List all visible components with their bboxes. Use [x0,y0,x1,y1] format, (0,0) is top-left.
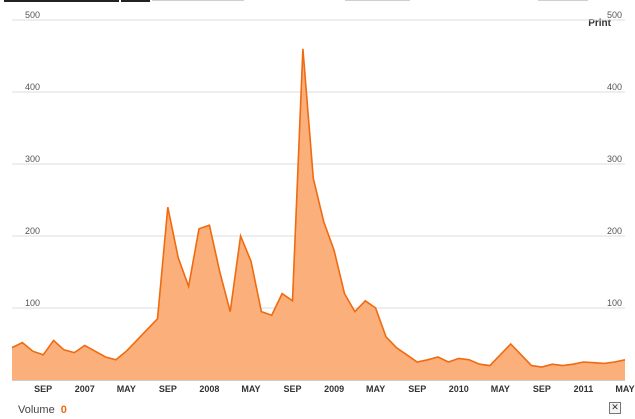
x-tick-label: 2009 [324,384,344,394]
y-tick-label-right: 300 [607,154,622,164]
area-series [11,48,626,381]
volume-label: Volume [18,404,55,416]
x-tick-label: SEP [408,384,426,394]
y-tick-label-left: 400 [25,82,40,92]
x-tick-label: MAY [241,384,260,394]
x-axis-ticks: SEP 2007 MAY SEP 2008 MAY SEP 2009 MAY SEP 2010 MAY… [34,384,634,394]
volume-value: 0 [60,404,67,416]
y-tick-label-left: 100 [25,298,40,308]
x-tick-label: SEP [159,384,177,394]
close-icon[interactable]: ✕ [609,402,621,414]
volume-indicator: Volume 0 [18,404,67,416]
x-tick-label: MAY [491,384,510,394]
y-tick-label-right: 200 [607,226,622,236]
y-tick-label-right: 400 [607,82,622,92]
x-tick-label: 2008 [199,384,219,394]
price-chart: 100 100 200 200 300 300 400 400 500 500 SEP 2007 MA… [11,10,635,394]
y-tick-label-right: 500 [607,10,622,20]
x-tick-label: MAY [366,384,385,394]
x-tick-label: 2007 [75,384,95,394]
y-tick-label-left: 300 [25,154,40,164]
x-tick-label: SEP [284,384,302,394]
area-fill [12,48,625,381]
x-tick-label: MAY [117,384,136,394]
x-tick-label: SEP [533,384,551,394]
x-tick-label: MAY [615,384,634,394]
y-tick-label-right: 100 [607,298,622,308]
x-tick-label: 2011 [574,384,594,394]
x-tick-label: 2010 [449,384,469,394]
y-tick-label-left: 500 [25,10,40,20]
y-tick-label-left: 200 [25,226,40,236]
x-tick-label: SEP [34,384,52,394]
